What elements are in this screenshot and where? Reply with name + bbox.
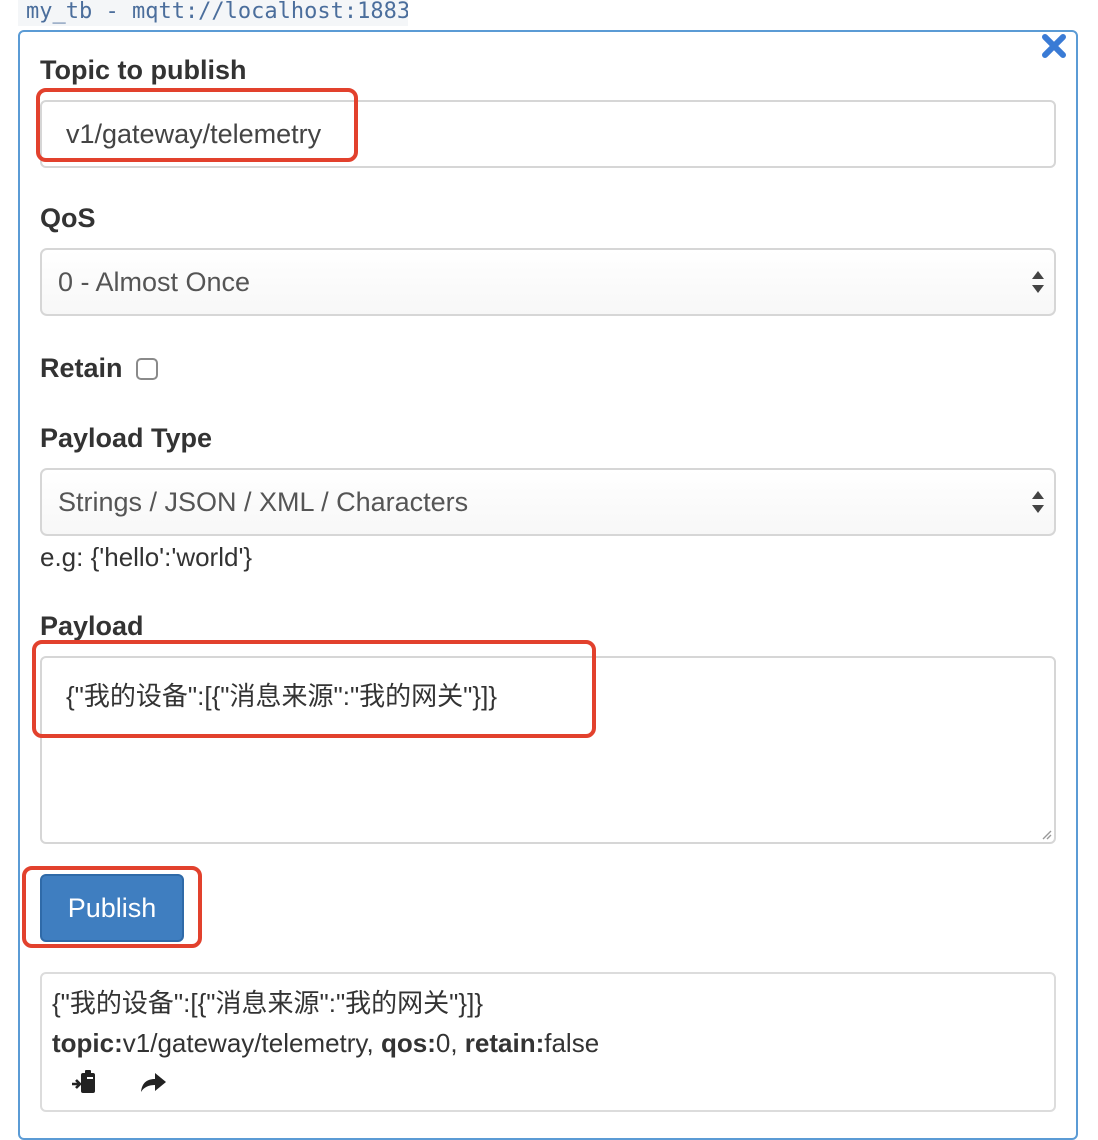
payload-type-select[interactable]: Strings / JSON / XML / Characters [40,468,1056,536]
close-icon[interactable] [1040,32,1068,60]
qos-key: qos: [380,1028,436,1058]
payload-type-label: Payload Type [40,423,213,453]
retain-checkbox[interactable] [136,358,158,380]
published-meta: topic:v1/gateway/telemetry, qos:0, retai… [52,1028,600,1058]
topic-label: Topic to publish [40,55,247,85]
qos-value: 0 [435,1028,451,1058]
select-arrows-icon [1032,491,1044,513]
topic-key: topic: [52,1028,123,1058]
paste-icon[interactable] [70,1068,100,1098]
forward-icon[interactable] [138,1068,168,1098]
payload-textarea[interactable]: {"我的设备":[{"消息来源":"我的网关"}]} [40,656,1056,844]
retain-key: retain: [464,1028,545,1058]
payload-label: Payload [40,611,144,641]
qos-label: QoS [40,203,96,233]
retain-label: Retain [40,353,123,383]
qos-select[interactable]: 0 - Almost Once [40,248,1056,316]
connection-label: my_tb - mqtt://localhost:1883 [18,0,408,26]
payload-type-hint: e.g: {'hello':'world'} [40,542,253,572]
published-payload: {"我的设备":[{"消息来源":"我的网关"}]} [52,988,484,1018]
payload-type-select-value: Strings / JSON / XML / Characters [58,487,469,517]
select-arrows-icon [1032,271,1044,293]
resize-grip-icon[interactable] [1040,828,1052,840]
retain-value: false [544,1028,600,1058]
publish-button[interactable]: Publish [40,874,184,942]
topic-input[interactable]: v1/gateway/telemetry [40,100,1056,168]
payload-text: {"我的设备":[{"消息来源":"我的网关"}]} [66,681,498,711]
qos-select-value: 0 - Almost Once [58,267,251,297]
published-message: {"我的设备":[{"消息来源":"我的网关"}]} topic:v1/gate… [40,972,1056,1112]
topic-value: v1/gateway/telemetry [122,1028,367,1058]
